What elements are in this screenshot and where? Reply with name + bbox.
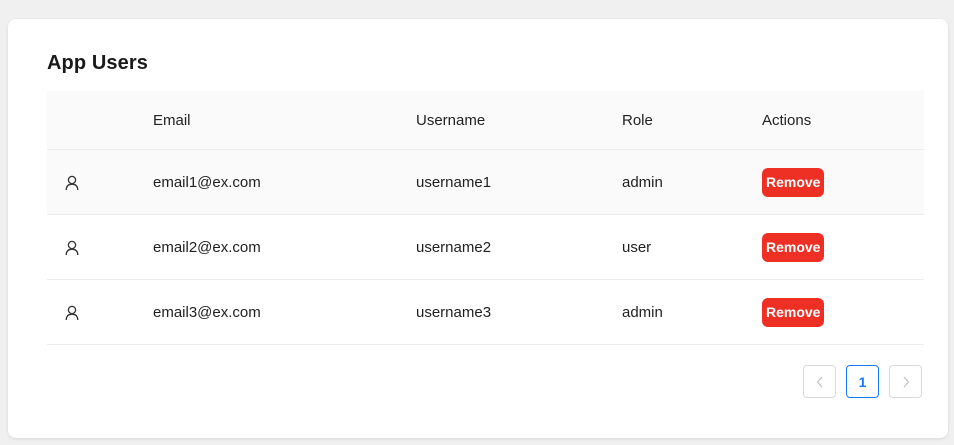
email-cell: email2@ex.com [153, 238, 261, 256]
users-table: Email Username Role Actions email1@ex.co… [47, 91, 924, 345]
next-page-button[interactable] [889, 365, 922, 398]
table-header: Email Username Role Actions [47, 91, 924, 150]
table-row[interactable]: email3@ex.com username3 admin Remove [47, 280, 924, 345]
pagination: 1 [803, 365, 922, 398]
page-number-button[interactable]: 1 [846, 365, 879, 398]
role-cell: user [622, 238, 652, 256]
column-header-role: Role [622, 111, 653, 129]
email-cell: email3@ex.com [153, 303, 261, 321]
remove-button[interactable]: Remove [762, 297, 825, 327]
user-icon [65, 305, 79, 320]
username-cell: username1 [416, 173, 492, 191]
card-title: App Users [47, 52, 148, 74]
column-header-email: Email [153, 111, 191, 129]
email-cell: email1@ex.com [153, 173, 261, 191]
remove-button[interactable]: Remove [762, 167, 825, 197]
role-cell: admin [622, 173, 663, 191]
table-row[interactable]: email2@ex.com username2 user Remove [47, 215, 924, 280]
chevron-right-icon [903, 376, 909, 387]
user-icon [65, 175, 79, 190]
users-card: App Users Email Username Role Actions em… [8, 19, 948, 438]
role-cell: admin [622, 303, 663, 321]
remove-button[interactable]: Remove [762, 232, 825, 262]
chevron-left-icon [816, 376, 822, 387]
username-cell: username2 [416, 238, 492, 256]
column-header-actions: Actions [762, 111, 812, 129]
user-icon [65, 240, 79, 255]
table-row[interactable]: email1@ex.com username1 admin Remove [47, 150, 924, 215]
prev-page-button[interactable] [803, 365, 836, 398]
column-header-username: Username [416, 111, 486, 129]
username-cell: username3 [416, 303, 492, 321]
